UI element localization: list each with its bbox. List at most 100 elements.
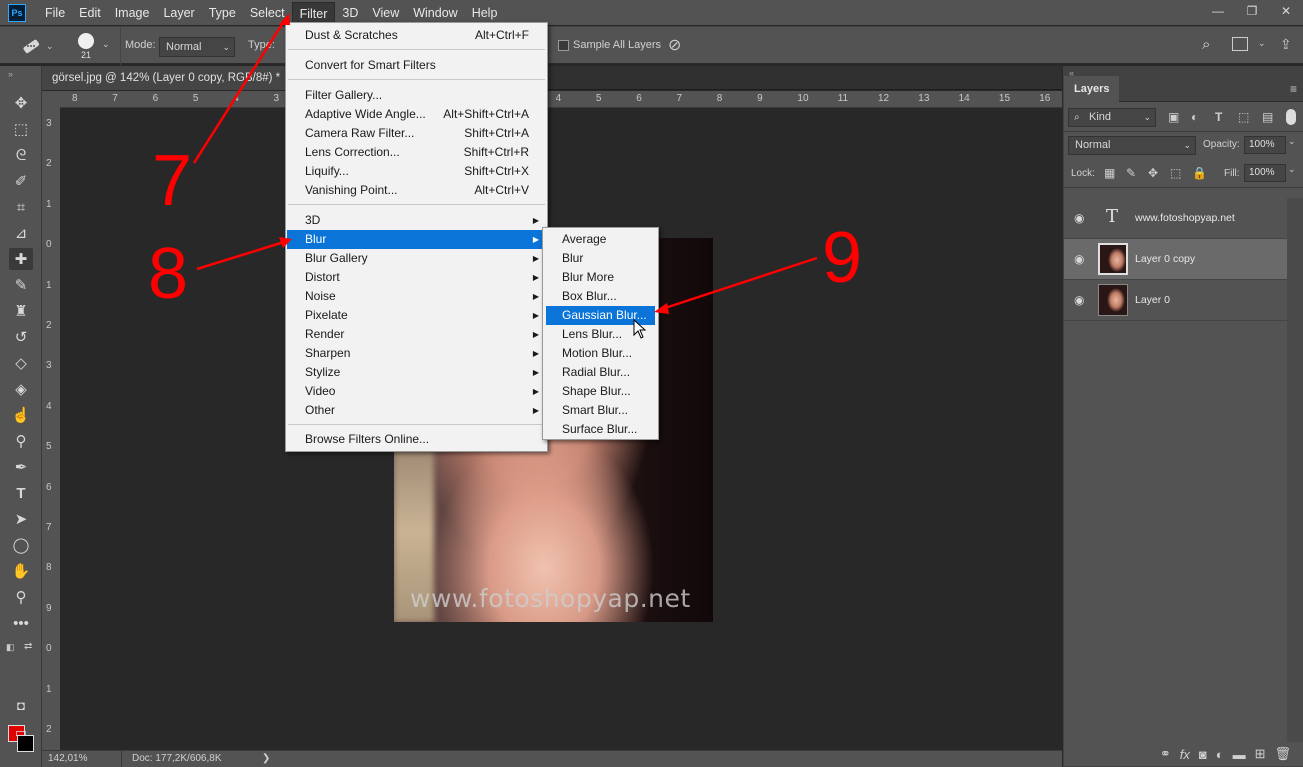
menu-window[interactable]: Window bbox=[406, 2, 464, 24]
submenu-item-surface-blur[interactable]: Surface Blur... bbox=[546, 420, 655, 439]
blend-mode-select[interactable]: Normal ⌄ bbox=[1068, 136, 1196, 155]
menu-image[interactable]: Image bbox=[108, 2, 157, 24]
menu-type[interactable]: Type bbox=[202, 2, 243, 24]
opacity-field[interactable]: 100% bbox=[1244, 136, 1286, 154]
kind-filter-select[interactable]: ⌕ Kind ⌄ bbox=[1068, 108, 1156, 127]
workspace-icon[interactable] bbox=[1232, 37, 1248, 51]
menu-item-convert-smart-filters[interactable]: Convert for Smart Filters bbox=[287, 56, 546, 75]
minimize-button[interactable]: — bbox=[1201, 0, 1235, 22]
menu-file[interactable]: File bbox=[38, 2, 72, 24]
marquee-tool-icon[interactable]: ⬚ bbox=[9, 118, 33, 140]
lock-position-icon[interactable]: ✥ bbox=[1148, 166, 1158, 180]
preset-chevron-icon[interactable]: ⌄ bbox=[46, 41, 54, 52]
quick-mask-icon[interactable]: ◘ bbox=[9, 694, 33, 716]
status-arrow-icon[interactable]: ❯ bbox=[262, 751, 270, 767]
layer-row-layer-0-copy[interactable]: ◉ Layer 0 copy bbox=[1064, 239, 1287, 280]
submenu-item-shape-blur[interactable]: Shape Blur... bbox=[546, 382, 655, 401]
document-tab[interactable]: görsel.jpg @ 142% (Layer 0 copy, RGB/8#)… bbox=[42, 66, 291, 90]
menu-item-sharpen[interactable]: Sharpen ▶ bbox=[287, 344, 546, 363]
search-icon[interactable]: ⌕ bbox=[1202, 36, 1210, 53]
smart-object-filter-icon[interactable]: ▤ bbox=[1262, 110, 1273, 124]
menu-select[interactable]: Select bbox=[243, 2, 292, 24]
delete-layer-icon[interactable]: 🗑 bbox=[1274, 746, 1291, 762]
brush-size-picker[interactable]: 21 ⌄ bbox=[64, 29, 110, 63]
history-brush-tool-icon[interactable]: ↺ bbox=[9, 326, 33, 348]
fill-field[interactable]: 100% bbox=[1244, 164, 1286, 182]
shape-filter-icon[interactable]: ⬚ bbox=[1238, 110, 1249, 124]
fill-chevron-icon[interactable]: ⌄ bbox=[1288, 164, 1296, 175]
menu-item-noise[interactable]: Noise ▶ bbox=[287, 287, 546, 306]
menu-item-adaptive-wide-angle[interactable]: Adaptive Wide Angle... Alt+Shift+Ctrl+A bbox=[287, 105, 546, 124]
lock-image-icon[interactable]: ✎ bbox=[1126, 166, 1136, 180]
menu-help[interactable]: Help bbox=[465, 2, 505, 24]
quick-select-tool-icon[interactable]: ✐ bbox=[9, 170, 33, 192]
submenu-item-radial-blur[interactable]: Radial Blur... bbox=[546, 363, 655, 382]
menu-edit[interactable]: Edit bbox=[72, 2, 108, 24]
lock-artboard-icon[interactable]: ⬚ bbox=[1170, 166, 1181, 180]
type-filter-icon[interactable]: T bbox=[1215, 110, 1222, 124]
link-layers-icon[interactable]: ⚭ bbox=[1160, 746, 1171, 762]
eraser-tool-icon[interactable]: ◇ bbox=[9, 352, 33, 374]
menu-item-pixelate[interactable]: Pixelate ▶ bbox=[287, 306, 546, 325]
share-icon[interactable]: ⇪ bbox=[1280, 36, 1292, 53]
ellipse-tool-icon[interactable]: ◯ bbox=[9, 534, 33, 556]
layers-scrollbar[interactable] bbox=[1287, 198, 1303, 742]
layer-row-layer-0[interactable]: ◉ Layer 0 bbox=[1064, 280, 1287, 321]
menu-item-vanishing-point[interactable]: Vanishing Point... Alt+Ctrl+V bbox=[287, 181, 546, 200]
menu-filter[interactable]: Filter bbox=[291, 1, 336, 24]
lasso-tool-icon[interactable]: ᘓ bbox=[9, 144, 33, 166]
default-colors-icon[interactable]: ◧ bbox=[6, 642, 15, 653]
adjustment-filter-icon[interactable]: ◐ bbox=[1191, 110, 1198, 124]
close-button[interactable]: ✕ bbox=[1269, 0, 1303, 22]
filter-toggle-icon[interactable] bbox=[1286, 109, 1296, 125]
eyedropper-tool-icon[interactable]: ⊿ bbox=[9, 222, 33, 244]
menu-item-stylize[interactable]: Stylize ▶ bbox=[287, 363, 546, 382]
paint-bucket-tool-icon[interactable]: ◈ bbox=[9, 378, 33, 400]
new-layer-icon[interactable]: ⊞ bbox=[1255, 746, 1266, 762]
menu-item-distort[interactable]: Distort ▶ bbox=[287, 268, 546, 287]
move-tool-icon[interactable]: ✥ bbox=[9, 92, 33, 114]
healing-brush-tool-icon[interactable]: ✚ bbox=[9, 248, 33, 270]
menu-item-3d[interactable]: 3D ▶ bbox=[287, 211, 546, 230]
hand-tool-icon[interactable]: ✋ bbox=[9, 560, 33, 582]
crop-tool-icon[interactable]: ⌗ bbox=[9, 196, 33, 218]
add-mask-icon[interactable]: ◙ bbox=[1199, 747, 1207, 762]
lock-all-icon[interactable]: 🔒 bbox=[1192, 166, 1207, 180]
pixel-filter-icon[interactable]: ▣ bbox=[1168, 110, 1179, 124]
visibility-eye-icon[interactable]: ◉ bbox=[1074, 293, 1084, 307]
brush-tool-icon[interactable]: ✎ bbox=[9, 274, 33, 296]
submenu-item-blur[interactable]: Blur bbox=[546, 249, 655, 268]
layers-tab[interactable]: Layers bbox=[1064, 76, 1120, 102]
menu-view[interactable]: View bbox=[365, 2, 406, 24]
diffraction-icon[interactable]: ⊘ bbox=[668, 35, 681, 55]
type-tool-icon[interactable]: T bbox=[9, 482, 33, 504]
menu-item-camera-raw[interactable]: Camera Raw Filter... Shift+Ctrl+A bbox=[287, 124, 546, 143]
submenu-item-smart-blur[interactable]: Smart Blur... bbox=[546, 401, 655, 420]
swap-colors-icon[interactable]: ⇄ bbox=[24, 641, 32, 652]
menu-3d[interactable]: 3D bbox=[335, 2, 365, 24]
visibility-eye-icon[interactable]: ◉ bbox=[1074, 252, 1084, 266]
menu-item-blur[interactable]: Blur ▶ bbox=[287, 230, 546, 249]
zoom-field[interactable]: 142,01% bbox=[42, 751, 122, 767]
menu-item-other[interactable]: Other ▶ bbox=[287, 401, 546, 420]
clone-stamp-tool-icon[interactable]: ♜ bbox=[9, 300, 33, 322]
pen-tool-icon[interactable]: ✒ bbox=[9, 456, 33, 478]
sample-all-layers-checkbox[interactable] bbox=[558, 40, 569, 51]
zoom-tool-icon[interactable]: ⚲ bbox=[9, 586, 33, 608]
submenu-item-average[interactable]: Average bbox=[546, 230, 655, 249]
dodge-tool-icon[interactable]: ⚲ bbox=[9, 430, 33, 452]
menu-item-render[interactable]: Render ▶ bbox=[287, 325, 546, 344]
opacity-chevron-icon[interactable]: ⌄ bbox=[1288, 136, 1296, 147]
submenu-item-motion-blur[interactable]: Motion Blur... bbox=[546, 344, 655, 363]
layer-row-text[interactable]: ◉ T www.fotoshopyap.net bbox=[1064, 198, 1287, 239]
menu-item-blur-gallery[interactable]: Blur Gallery ▶ bbox=[287, 249, 546, 268]
healing-brush-preset-icon[interactable] bbox=[18, 36, 44, 56]
path-select-tool-icon[interactable]: ➤ bbox=[9, 508, 33, 530]
screen-mode-icon[interactable]: ▭ bbox=[9, 722, 33, 744]
smudge-tool-icon[interactable]: ☝ bbox=[9, 404, 33, 426]
workspace-chevron-icon[interactable]: ⌄ bbox=[1258, 38, 1266, 49]
fx-icon[interactable]: fx bbox=[1180, 747, 1190, 762]
menu-layer[interactable]: Layer bbox=[156, 2, 201, 24]
panel-menu-icon[interactable]: ≡ bbox=[1290, 82, 1297, 96]
menu-item-dust-scratches[interactable]: Dust & Scratches Alt+Ctrl+F bbox=[287, 26, 546, 45]
